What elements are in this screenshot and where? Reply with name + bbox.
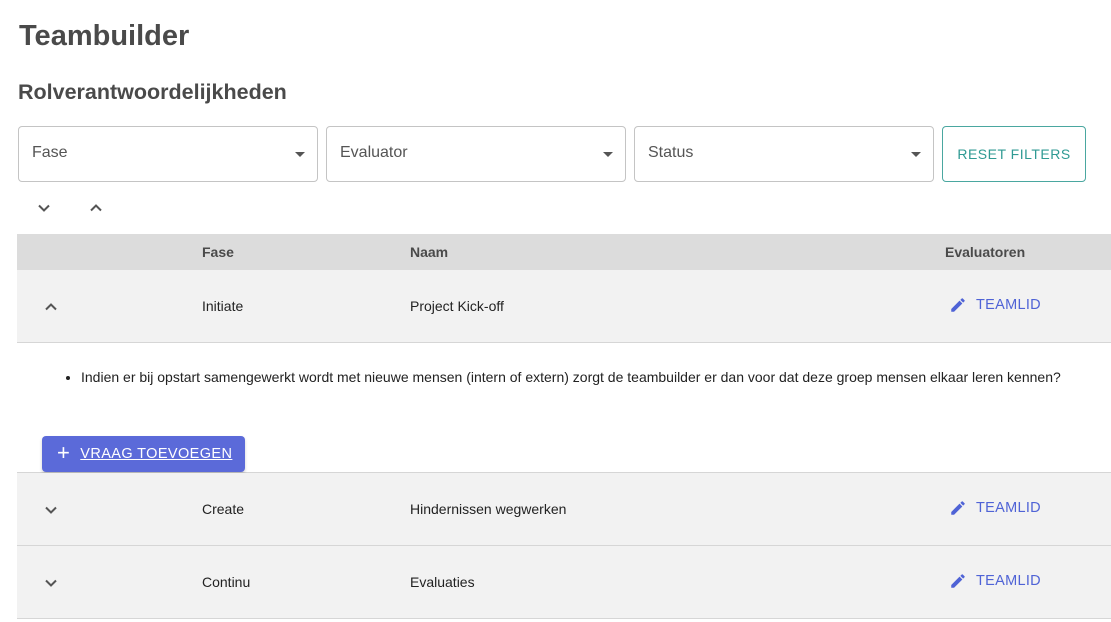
chevron-up-icon — [45, 303, 57, 311]
page-title: Teambuilder — [19, 20, 190, 52]
row-collapse-button[interactable] — [39, 295, 63, 319]
row-expand-button[interactable] — [39, 571, 63, 595]
table-header: Fase Naam Evaluatoren — [17, 234, 1111, 270]
question-list: Indien er bij opstart samengewerkt wordt… — [81, 369, 1061, 385]
fase-filter-label: Fase — [32, 144, 68, 161]
dropdown-caret-icon — [911, 152, 921, 157]
row-naam: Evaluaties — [410, 574, 475, 590]
expand-all-button[interactable] — [32, 196, 56, 220]
status-filter-label: Status — [648, 144, 694, 161]
reset-filters-button[interactable]: RESET FILTERS — [942, 126, 1086, 182]
fase-filter-select[interactable]: Fase — [18, 126, 318, 182]
edit-evaluator-button[interactable]: TEAMLID — [949, 296, 1041, 314]
pencil-icon — [951, 574, 965, 588]
add-question-button[interactable]: + VRAAG TOEVOEGEN — [42, 436, 245, 472]
row-fase: Create — [202, 501, 245, 517]
column-header-fase: Fase — [202, 244, 234, 260]
dropdown-caret-icon — [603, 152, 613, 157]
chevron-up-icon — [90, 204, 102, 212]
row-fase: Initiate — [202, 298, 244, 314]
pencil-icon — [951, 501, 965, 515]
column-header-naam: Naam — [410, 244, 449, 260]
row-naam: Hindernissen wegwerken — [410, 501, 567, 517]
add-question-label: VRAAG TOEVOEGEN — [80, 446, 233, 462]
evaluator-label: TEAMLID — [976, 297, 1041, 313]
evaluator-label: TEAMLID — [976, 500, 1041, 516]
plus-icon: + — [57, 440, 71, 465]
responsibilities-table: Fase Naam Evaluatoren Initiate Project K… — [17, 234, 1111, 619]
chevron-down-icon — [38, 204, 50, 212]
table-row: Create Hindernissen wegwerken TEAMLID — [17, 473, 1111, 546]
row-detail-panel: Indien er bij opstart samengewerkt wordt… — [17, 343, 1111, 473]
page: Teambuilder Rolverantwoordelijkheden Fas… — [0, 0, 1111, 622]
section-title: Rolverantwoordelijkheden — [18, 80, 287, 104]
dropdown-caret-icon — [295, 152, 305, 157]
evaluator-filter-select[interactable]: Evaluator — [326, 126, 626, 182]
row-expand-button[interactable] — [39, 498, 63, 522]
row-naam: Project Kick-off — [410, 298, 504, 314]
evaluator-label: TEAMLID — [976, 573, 1041, 589]
row-fase: Continu — [202, 574, 251, 590]
collapse-all-button[interactable] — [84, 196, 108, 220]
question-item: Indien er bij opstart samengewerkt wordt… — [81, 369, 1061, 385]
pencil-icon — [951, 298, 965, 312]
chevron-down-icon — [45, 506, 57, 514]
edit-evaluator-button[interactable]: TEAMLID — [949, 499, 1041, 517]
table-row: Continu Evaluaties TEAMLID — [17, 546, 1111, 619]
evaluator-filter-label: Evaluator — [340, 144, 408, 161]
status-filter-select[interactable]: Status — [634, 126, 934, 182]
table-row: Initiate Project Kick-off TEAMLID — [17, 270, 1111, 343]
edit-evaluator-button[interactable]: TEAMLID — [949, 572, 1041, 590]
chevron-down-icon — [45, 579, 57, 587]
column-header-evaluatoren: Evaluatoren — [945, 244, 1026, 260]
